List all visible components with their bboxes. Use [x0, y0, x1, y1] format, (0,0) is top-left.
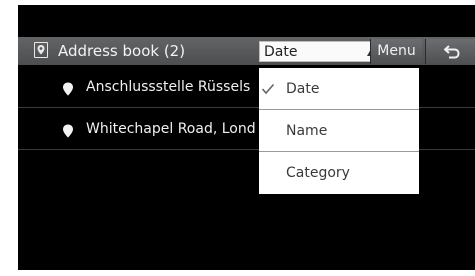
sort-option-label: Date [286, 81, 320, 97]
sort-option-label: Name [286, 123, 328, 139]
sort-option-date[interactable]: Date [259, 68, 419, 110]
sort-option-category[interactable]: Category [259, 152, 419, 194]
nav-screen: Address book (2) Date Menu Anschlussstel… [18, 5, 475, 270]
checkmark-icon [261, 83, 275, 95]
sort-dropdown[interactable]: Date [259, 41, 385, 62]
sort-options-menu: Date Name Category [259, 68, 419, 194]
page-title: Address book (2) [58, 42, 186, 60]
back-arrow-icon [444, 45, 460, 59]
sort-option-label: Category [286, 165, 350, 181]
location-pin-icon [63, 82, 73, 96]
list-item-label: Anschlussstelle Rüssels [86, 79, 251, 95]
location-pin-icon [63, 124, 73, 138]
menu-button[interactable]: Menu [370, 39, 422, 64]
back-button[interactable] [425, 39, 475, 64]
address-book-icon [34, 42, 48, 58]
sort-selected-value: Date [264, 44, 298, 60]
list-item-label: Whitechapel Road, Lond [86, 121, 256, 137]
sort-option-name[interactable]: Name [259, 110, 419, 152]
